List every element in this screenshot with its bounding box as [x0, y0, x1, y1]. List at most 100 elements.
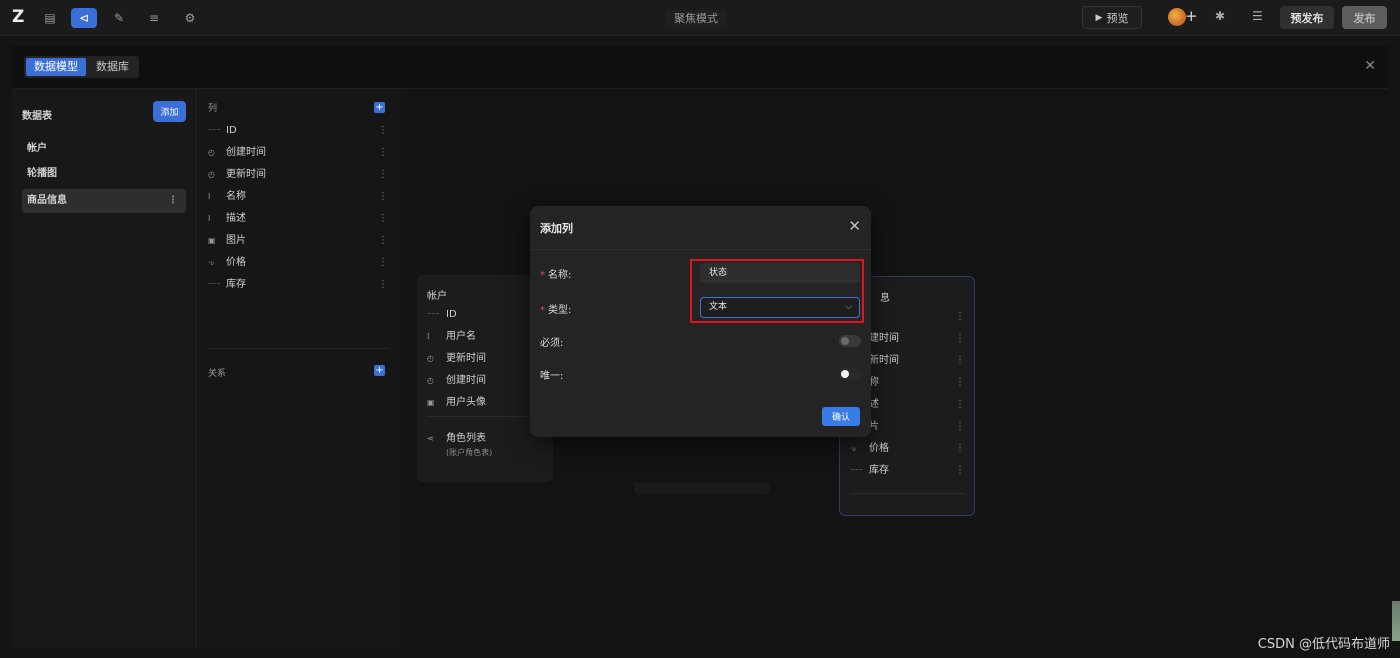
close-icon[interactable]: ✕: [848, 217, 861, 235]
tab-database[interactable]: 数据库: [88, 58, 137, 76]
required-mark: *: [540, 270, 545, 281]
card-row: ▣ 用户头像: [427, 393, 542, 413]
column-list: 列 + ⁻⁻⁻ ID ⋮ ◴ 创建时间 ⋮ ◴ 更新时间 ⋮ Ⅰ 名称 ⋮ Ⅰ 描述 ⋮ ▣ 图片 ⋮ …: [197, 89, 401, 648]
panel-tabs: 数据模型 数据库: [24, 56, 139, 78]
focus-mode-label[interactable]: 聚焦模式: [666, 10, 726, 28]
table-item-carousel[interactable]: 轮播图: [22, 162, 186, 186]
column-row[interactable]: ⁻⁻⁻ 库存 ⋮: [208, 276, 388, 294]
number-icon: ·₀: [208, 258, 214, 267]
relations-header: 关系: [208, 369, 227, 379]
more-icon[interactable]: ⋮: [955, 307, 965, 327]
add-table-button[interactable]: 添加: [153, 101, 186, 122]
more-icon[interactable]: ⋮: [955, 417, 965, 437]
more-icon[interactable]: ⋮: [378, 254, 388, 272]
card-divider: [850, 493, 965, 494]
column-row[interactable]: ⁻⁻⁻ ID ⋮: [208, 122, 388, 140]
dialog-title: 添加列: [540, 222, 573, 235]
more-icon[interactable]: ⋮: [378, 188, 388, 206]
hidden-card-edge: [634, 483, 770, 495]
more-icon[interactable]: ⋮: [378, 210, 388, 228]
text-icon: Ⅰ: [208, 214, 211, 223]
scroll-indicator: [1392, 601, 1400, 641]
debug-icon[interactable]: ✱: [1215, 9, 1225, 23]
id-icon: ⁻⁻⁻: [208, 280, 221, 289]
column-row[interactable]: ▣ 图片 ⋮: [208, 232, 388, 250]
workflow-icon[interactable]: ≡: [141, 8, 167, 28]
table-item-product[interactable]: 商品信息 ⋮: [22, 189, 186, 213]
add-column-button[interactable]: +: [374, 102, 385, 113]
more-icon[interactable]: ⋮: [955, 373, 965, 393]
user-avatar[interactable]: [1168, 8, 1186, 26]
column-row[interactable]: ◴ 更新时间 ⋮: [208, 166, 388, 184]
table-list: 数据表 添加 帐户 轮播图 商品信息 ⋮: [12, 89, 197, 648]
dialog-divider: [530, 249, 871, 250]
columns-divider: [208, 348, 388, 349]
table-item-label: 商品信息: [27, 195, 67, 206]
data-model-icon[interactable]: ⊲: [71, 8, 97, 28]
toggle-knob: [841, 337, 849, 345]
column-row[interactable]: ◴ 创建时间 ⋮: [208, 144, 388, 162]
text-icon: Ⅰ: [427, 332, 430, 341]
column-row[interactable]: ·₀ 价格 ⋮: [208, 254, 388, 272]
text-icon: Ⅰ: [208, 192, 211, 201]
id-icon: ⁻⁻⁻: [208, 126, 221, 135]
publish-button[interactable]: 发布: [1342, 6, 1387, 29]
image-icon: ▣: [427, 398, 435, 407]
more-icon[interactable]: ⋮: [955, 461, 965, 481]
card-row: ⁻⁻⁻ ID: [427, 305, 542, 325]
column-row[interactable]: Ⅰ 描述 ⋮: [208, 210, 388, 228]
toggle-knob: [841, 370, 849, 378]
relation-icon: ⋖: [427, 434, 434, 443]
clock-icon: ◴: [208, 170, 215, 179]
relation-subtitle: (账户角色表): [446, 448, 493, 457]
settings-icon[interactable]: ⚙: [177, 8, 203, 28]
number-icon: ·₀: [850, 444, 856, 453]
confirm-button[interactable]: 确认: [822, 407, 860, 426]
card-row: ◴ 创建时间: [427, 371, 542, 391]
more-icon[interactable]: ⋮: [168, 189, 178, 213]
add-relation-button[interactable]: +: [374, 365, 385, 376]
unique-label: 唯一:: [540, 371, 564, 382]
pages-icon[interactable]: ▤: [37, 8, 63, 28]
table-item-account[interactable]: 帐户: [22, 137, 186, 161]
required-toggle[interactable]: [839, 335, 861, 347]
plugin-icon[interactable]: ✎: [106, 8, 132, 28]
database-status-icon[interactable]: ☰: [1252, 9, 1263, 23]
clock-icon: ◴: [208, 148, 215, 157]
more-icon[interactable]: ⋮: [955, 395, 965, 415]
name-label: * 名称:: [540, 270, 572, 281]
preview-label: 预览: [1106, 11, 1129, 25]
tab-data-model[interactable]: 数据模型: [26, 58, 86, 76]
more-icon[interactable]: ⋮: [378, 144, 388, 162]
more-icon[interactable]: ⋮: [378, 232, 388, 250]
add-column-dialog: 添加列 ✕ * 名称: 状态 * 类型: 文本 ⌵ 必须: 唯一: 确认: [530, 206, 871, 437]
panel-close-icon[interactable]: ✕: [1364, 58, 1376, 74]
required-mark: *: [540, 305, 545, 316]
more-icon[interactable]: ⋮: [955, 329, 965, 349]
table-list-title: 数据表: [22, 111, 52, 122]
column-row[interactable]: Ⅰ 名称 ⋮: [208, 188, 388, 206]
more-icon[interactable]: ⋮: [955, 439, 965, 459]
watermark: CSDN @低代码布道师: [1257, 637, 1390, 652]
card-title: 息: [880, 293, 890, 304]
card-row: ◴ 更新时间: [427, 349, 542, 369]
id-icon: ⁻⁻⁻: [850, 466, 863, 475]
unique-toggle[interactable]: [839, 368, 861, 380]
play-icon: ▶: [1095, 12, 1103, 23]
card-divider: [427, 416, 542, 417]
more-icon[interactable]: ⋮: [955, 351, 965, 371]
more-icon[interactable]: ⋮: [378, 122, 388, 140]
more-icon[interactable]: ⋮: [378, 166, 388, 184]
prepublish-button[interactable]: 预发布: [1280, 6, 1334, 29]
card-title: 帐户: [427, 291, 447, 302]
clock-icon: ◴: [427, 354, 434, 363]
more-icon[interactable]: ⋮: [378, 276, 388, 294]
card-row: ·₀ 价格 ⋮: [850, 439, 965, 459]
preview-button[interactable]: ▶ 预览: [1082, 6, 1142, 29]
columns-header: 列: [208, 104, 218, 114]
card-row: ⁻⁻⁻ 库存 ⋮: [850, 461, 965, 481]
relation-row[interactable]: ⋖ 角色列表: [427, 429, 542, 449]
add-collaborator-icon[interactable]: +: [1185, 7, 1198, 25]
card-row: Ⅰ 用户名: [427, 327, 542, 347]
app-logo: Z: [12, 7, 25, 27]
